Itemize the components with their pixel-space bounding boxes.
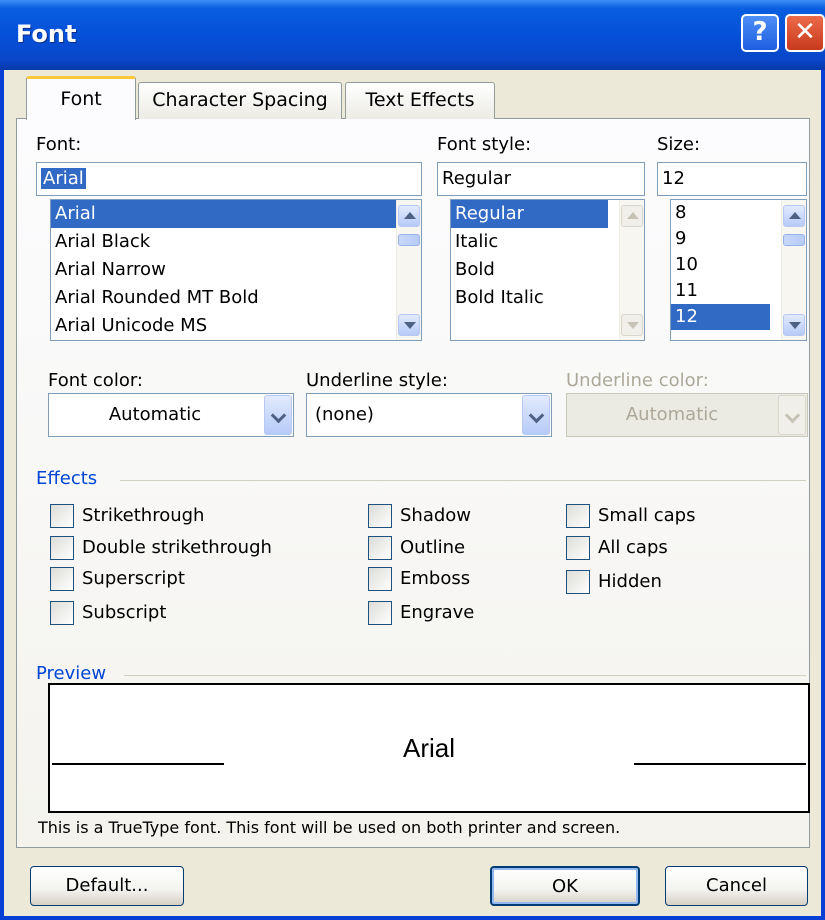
chevron-down-icon bbox=[627, 322, 639, 329]
preview-divider bbox=[124, 675, 806, 676]
effects-group-title: Effects bbox=[36, 468, 98, 489]
size-list-scrollbar[interactable] bbox=[781, 200, 806, 340]
font-input[interactable]: Arial bbox=[36, 162, 422, 196]
font-style-label: Font style: bbox=[437, 134, 532, 155]
font-list-item[interactable]: Arial Rounded MT Bold bbox=[51, 284, 421, 312]
checkbox-box[interactable] bbox=[368, 536, 392, 560]
checkbox-box[interactable] bbox=[368, 567, 392, 591]
checkbox-label: Superscript bbox=[82, 568, 185, 589]
scroll-up-button[interactable] bbox=[783, 205, 805, 227]
font-color-value: Automatic bbox=[108, 404, 202, 425]
chevron-up-icon bbox=[627, 212, 639, 219]
help-button[interactable]: ? bbox=[741, 14, 779, 52]
chevron-down-icon bbox=[784, 407, 801, 424]
font-color-label: Font color: bbox=[48, 370, 143, 391]
checkbox-box[interactable] bbox=[368, 504, 392, 528]
underline-style-label: Underline style: bbox=[306, 370, 448, 391]
checkbox-label: Engrave bbox=[400, 602, 475, 623]
chevron-down-icon bbox=[270, 407, 287, 424]
font-style-list[interactable]: Regular Italic Bold Bold Italic bbox=[450, 199, 645, 341]
checkbox-label: Outline bbox=[400, 537, 466, 558]
checkbox-box[interactable] bbox=[50, 504, 74, 528]
checkbox-label: Emboss bbox=[400, 568, 471, 589]
chevron-down-icon bbox=[789, 322, 801, 329]
font-list[interactable]: Arial Arial Black Arial Narrow Arial Rou… bbox=[50, 199, 422, 341]
underline-style-select[interactable]: (none) bbox=[306, 393, 552, 437]
preview-group-title: Preview bbox=[36, 663, 107, 684]
ok-button[interactable]: OK bbox=[490, 866, 640, 906]
default-button[interactable]: Default... bbox=[30, 866, 184, 906]
underline-style-value: (none) bbox=[315, 404, 374, 425]
checkbox-box[interactable] bbox=[50, 601, 74, 625]
preview-baseline-right bbox=[634, 763, 806, 765]
checkbox-label: All caps bbox=[598, 537, 668, 558]
scroll-thumb[interactable] bbox=[783, 234, 805, 246]
checkbox-label: Subscript bbox=[82, 602, 167, 623]
checkbox-label: Double strikethrough bbox=[82, 537, 272, 558]
font-style-list-item[interactable]: Bold bbox=[451, 256, 644, 284]
checkbox-box[interactable] bbox=[566, 504, 590, 528]
underline-style-dropdown-button[interactable] bbox=[522, 395, 550, 435]
font-color-select[interactable]: Automatic bbox=[48, 393, 294, 437]
chevron-down-icon bbox=[404, 322, 416, 329]
checkbox-label: Shadow bbox=[400, 505, 472, 526]
size-input[interactable]: 12 bbox=[657, 162, 807, 196]
font-list-item[interactable]: Arial Narrow bbox=[51, 256, 421, 284]
chevron-down-icon bbox=[528, 407, 545, 424]
window-title: Font bbox=[16, 20, 77, 48]
checkbox-box[interactable] bbox=[50, 536, 74, 560]
truetype-note: This is a TrueType font. This font will … bbox=[38, 818, 621, 837]
size-list[interactable]: 8 9 10 11 12 bbox=[670, 199, 807, 341]
title-bar[interactable]: Font ? ✕ bbox=[0, 0, 825, 70]
preview-box: Arial bbox=[48, 683, 810, 813]
scroll-up-button[interactable] bbox=[398, 205, 420, 227]
close-button[interactable]: ✕ bbox=[785, 14, 825, 52]
underline-color-value: Automatic bbox=[625, 404, 719, 425]
checkbox-box[interactable] bbox=[566, 570, 590, 594]
underline-color-select: Automatic bbox=[566, 393, 808, 437]
font-style-list-item[interactable]: Bold Italic bbox=[451, 284, 644, 312]
checkbox-label: Strikethrough bbox=[82, 505, 205, 526]
scroll-thumb[interactable] bbox=[398, 234, 420, 246]
scroll-down-button[interactable] bbox=[783, 314, 805, 336]
checkbox-box[interactable] bbox=[566, 536, 590, 560]
underline-color-dropdown-button bbox=[778, 395, 806, 435]
font-style-input[interactable]: Regular bbox=[437, 162, 645, 196]
tab-text-effects[interactable]: Text Effects bbox=[345, 82, 495, 119]
size-label: Size: bbox=[657, 134, 701, 155]
chevron-up-icon bbox=[404, 212, 416, 219]
checkbox-box[interactable] bbox=[50, 567, 74, 591]
tab-character-spacing[interactable]: Character Spacing bbox=[138, 82, 342, 119]
font-color-dropdown-button[interactable] bbox=[264, 395, 292, 435]
font-list-scrollbar[interactable] bbox=[396, 200, 421, 340]
cancel-button[interactable]: Cancel bbox=[665, 866, 808, 906]
font-style-list-item[interactable]: Regular bbox=[451, 200, 608, 228]
checkbox-label: Small caps bbox=[598, 505, 696, 526]
font-label: Font: bbox=[36, 134, 82, 155]
chevron-up-icon bbox=[789, 212, 801, 219]
font-style-list-item[interactable]: Italic bbox=[451, 228, 644, 256]
font-list-item[interactable]: Arial Unicode MS bbox=[51, 312, 421, 340]
tab-font[interactable]: Font bbox=[26, 76, 136, 120]
effects-divider bbox=[120, 480, 806, 481]
scroll-up-button bbox=[621, 205, 643, 227]
underline-color-label: Underline color: bbox=[566, 370, 709, 391]
font-list-item[interactable]: Arial bbox=[51, 200, 421, 228]
scroll-down-button[interactable] bbox=[398, 314, 420, 336]
checkbox-label: Hidden bbox=[598, 571, 662, 592]
scroll-down-button bbox=[621, 314, 643, 336]
checkbox-box[interactable] bbox=[368, 601, 392, 625]
preview-sample-text: Arial bbox=[402, 733, 455, 763]
font-style-list-scrollbar bbox=[619, 200, 644, 340]
font-list-item[interactable]: Arial Black bbox=[51, 228, 421, 256]
size-list-item[interactable]: 12 bbox=[671, 304, 770, 330]
font-input-value: Arial bbox=[41, 168, 86, 189]
